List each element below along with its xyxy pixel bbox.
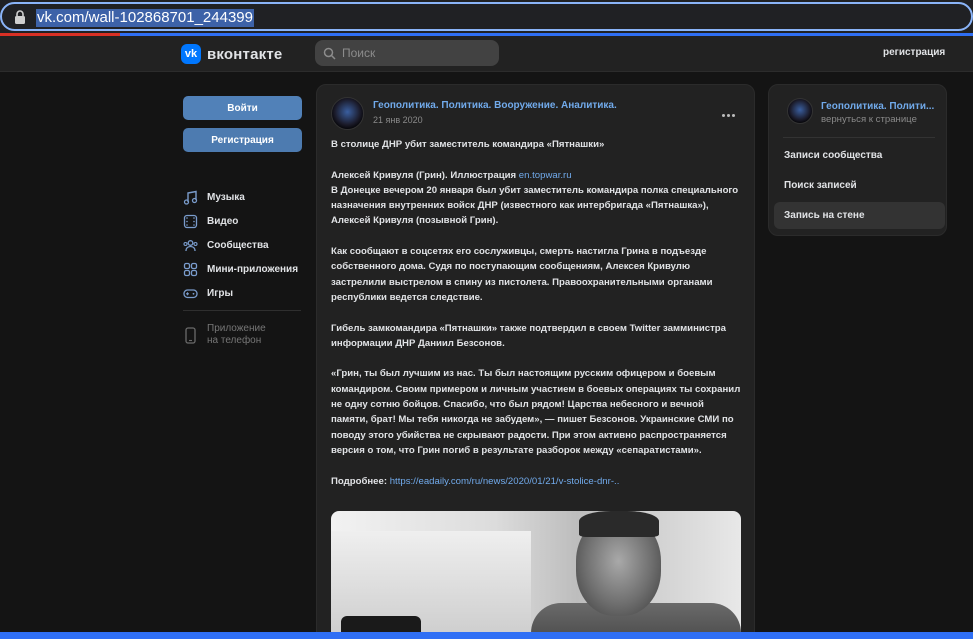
back-to-page-link[interactable]: вернуться к странице <box>821 114 917 125</box>
gamepad-icon <box>183 288 198 298</box>
widget-item-search-posts[interactable]: Поиск записей <box>774 172 945 199</box>
url-text[interactable]: vk.com/wall-102868701_244399 <box>36 9 254 27</box>
taskbar-strip <box>0 632 973 639</box>
post-author[interactable]: Геополитика. Политика. Вооружение. Анали… <box>373 100 617 111</box>
post-text: В столице ДНР убит заместитель командира… <box>331 137 743 489</box>
site-header: vk вконтакте регистрация <box>0 36 973 72</box>
widget-item-community-posts[interactable]: Записи сообщества <box>774 142 945 169</box>
app-phone-line1: Приложение <box>207 323 266 334</box>
app-on-phone-link[interactable]: Приложение на телефон <box>183 323 266 347</box>
search-input[interactable] <box>342 46 492 60</box>
illustration-caption: Алексей Кривуля (Грин). Иллюстрация <box>331 169 519 181</box>
mini-apps-icon <box>183 262 198 276</box>
sidebar-item-label: Игры <box>207 287 234 299</box>
login-button[interactable]: Войти <box>183 96 302 120</box>
post-paragraph-2: Как сообщают в соцсетях его сослуживцы, … <box>331 246 713 303</box>
widget-item-wall-post[interactable]: Запись на стене <box>774 202 945 229</box>
vk-logo[interactable]: vk вконтакте <box>181 44 282 64</box>
sidebar-item-games[interactable]: Игры <box>183 281 313 305</box>
more-options-icon[interactable] <box>722 106 737 120</box>
post-illustration-line: Алексей Кривуля (Грин). Иллюстрация en.t… <box>331 168 743 183</box>
post-photo[interactable] <box>331 511 741 639</box>
sidebar-item-video[interactable]: Видео <box>183 209 313 233</box>
sidebar-item-label: Музыка <box>207 191 245 203</box>
sidebar-item-music[interactable]: Музыка <box>183 185 313 209</box>
post-date[interactable]: 21 янв 2020 <box>373 115 423 125</box>
video-icon <box>183 214 198 228</box>
browser-address-bar: vk.com/wall-102868701_244399 <box>0 0 973 34</box>
logo-text: вконтакте <box>207 45 283 63</box>
post-title: В столице ДНР убит заместитель командира… <box>331 139 605 150</box>
sidebar-item-mini-apps[interactable]: Мини-приложения <box>183 257 313 281</box>
phone-icon <box>185 327 196 344</box>
sidebar-divider <box>183 310 301 311</box>
sidebar-item-label: Видео <box>207 215 239 227</box>
url-field[interactable]: vk.com/wall-102868701_244399 <box>0 2 973 31</box>
search-icon <box>323 47 336 60</box>
wall-post: Геополитика. Политика. Вооружение. Анали… <box>316 84 755 639</box>
widget-community-name[interactable]: Геополитика. Полити... <box>821 101 937 112</box>
music-icon <box>183 190 198 205</box>
vk-logo-icon: vk <box>181 44 201 64</box>
sidebar-item-communities[interactable]: Сообщества <box>183 233 313 257</box>
post-paragraph-3: Гибель замкомандира «Пятнашки» также под… <box>331 322 727 349</box>
app-phone-line2: на телефон <box>207 335 262 346</box>
illustration-link[interactable]: en.topwar.ru <box>519 170 572 181</box>
source-link[interactable]: https://eadaily.com/ru/news/2020/01/21/v… <box>390 476 620 487</box>
community-widget: Геополитика. Полити... вернуться к стран… <box>768 84 947 236</box>
widget-avatar[interactable] <box>787 98 813 124</box>
more-label: Подробнее: <box>331 475 390 487</box>
widget-divider <box>783 137 935 138</box>
register-link[interactable]: регистрация <box>883 47 945 58</box>
community-avatar[interactable] <box>331 97 364 130</box>
sidebar-nav: Музыка Видео Сообщества Мини-приложения <box>183 185 313 305</box>
communities-icon <box>183 239 198 251</box>
post-paragraph-4: «Грин, ты был лучшим из нас. Ты был наст… <box>331 368 741 456</box>
lock-icon <box>15 10 25 24</box>
sidebar-item-label: Мини-приложения <box>207 263 299 275</box>
post-more-line: Подробнее: https://eadaily.com/ru/news/2… <box>331 474 743 489</box>
sidebar-item-label: Сообщества <box>207 239 269 251</box>
search-box[interactable] <box>315 40 499 66</box>
register-button[interactable]: Регистрация <box>183 128 302 152</box>
post-paragraph-1: В Донецке вечером 20 января был убит зам… <box>331 184 739 227</box>
